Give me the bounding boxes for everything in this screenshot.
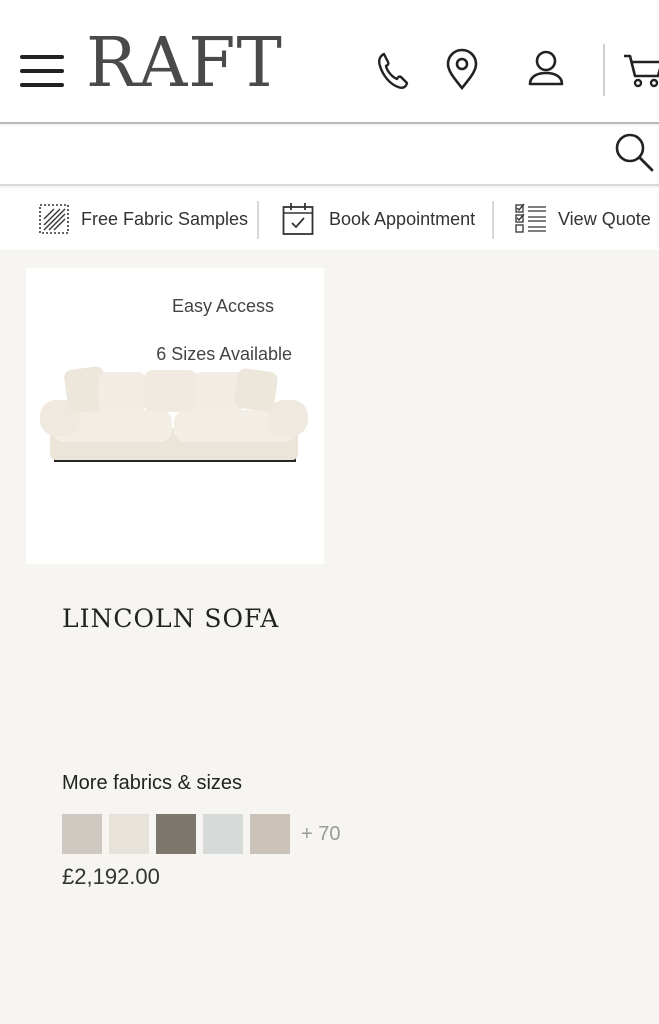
- cart-icon[interactable]: [622, 48, 659, 92]
- view-quote-label: View Quote: [558, 208, 651, 229]
- more-fabrics-label: More fabrics & sizes: [62, 772, 243, 794]
- product-name[interactable]: LINCOLN SOFA: [62, 604, 279, 633]
- fabric-swatches: + 70: [62, 814, 340, 854]
- easy-access-badge: Easy Access: [171, 296, 274, 316]
- view-quote-link[interactable]: View Quote: [515, 188, 651, 250]
- sofa-image: [40, 366, 308, 462]
- free-fabric-samples-label: Free Fabric Samples: [81, 208, 249, 229]
- fabric-swatch[interactable]: [250, 814, 290, 854]
- search-bar: [0, 126, 659, 186]
- search-input[interactable]: [0, 126, 600, 184]
- site-header: RAFT: [0, 0, 659, 124]
- calendar-icon: [282, 202, 314, 236]
- fabric-swatch[interactable]: [156, 814, 196, 854]
- utility-bar: Free Fabric Samples Book Appointment Vie…: [0, 188, 659, 250]
- product-price: £2,192.00: [62, 864, 160, 889]
- product-image-card[interactable]: Easy Access 6 Sizes Available: [26, 268, 324, 564]
- menu-icon[interactable]: [20, 55, 64, 87]
- fabric-swatch[interactable]: [109, 814, 149, 854]
- brand-logo[interactable]: RAFT: [86, 30, 283, 98]
- utility-divider: [257, 201, 259, 239]
- utility-divider: [492, 201, 494, 239]
- fabric-sample-icon: [38, 203, 70, 235]
- book-appointment-label: Book Appointment: [329, 208, 476, 229]
- checklist-icon: [515, 203, 547, 235]
- phone-icon[interactable]: [372, 48, 412, 92]
- fabric-swatch[interactable]: [203, 814, 243, 854]
- user-icon[interactable]: [526, 48, 566, 92]
- more-fabrics-count[interactable]: + 70: [301, 823, 340, 846]
- location-pin-icon[interactable]: [442, 48, 482, 92]
- free-fabric-samples-link[interactable]: Free Fabric Samples: [38, 188, 248, 250]
- book-appointment-link[interactable]: Book Appointment: [282, 188, 475, 250]
- fabric-swatch[interactable]: [62, 814, 102, 854]
- header-divider: [603, 44, 605, 96]
- search-icon[interactable]: [612, 130, 656, 174]
